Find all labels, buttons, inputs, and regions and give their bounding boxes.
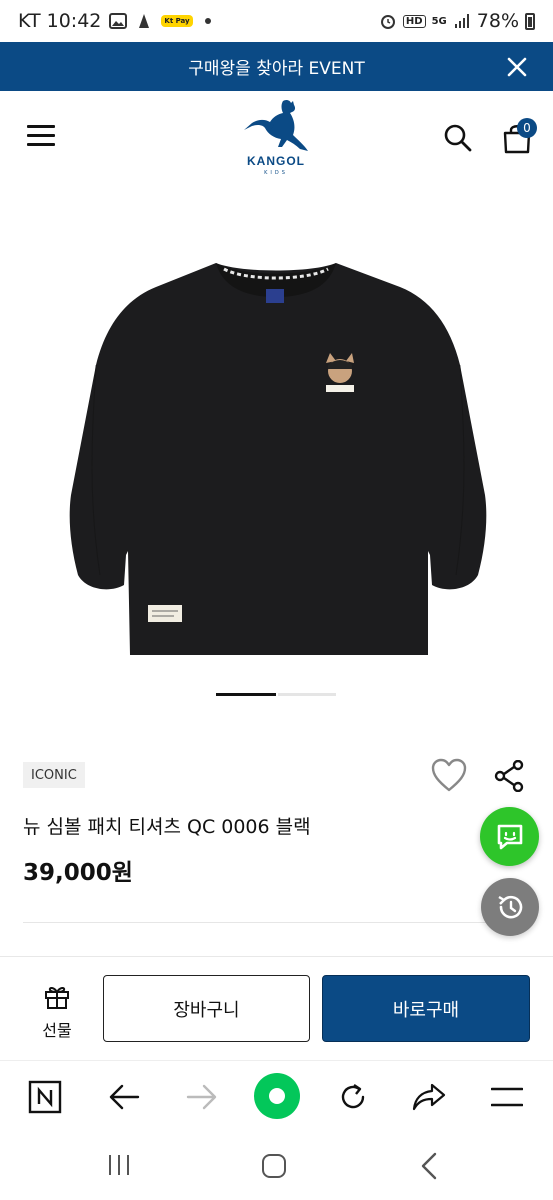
arrow-left-icon	[109, 1084, 140, 1110]
naver-green-dot-button[interactable]	[254, 1073, 300, 1119]
gift-icon	[45, 986, 69, 1009]
network-5g-indicator: 5G	[431, 15, 447, 27]
kpay-icon: Kt Pay	[161, 15, 193, 27]
chat-button[interactable]	[480, 807, 539, 866]
event-banner[interactable]: 구매왕을 찾아라 EVENT	[0, 42, 553, 91]
product-tag: ICONIC	[23, 762, 85, 788]
menu-icon[interactable]	[27, 125, 55, 147]
refresh-button[interactable]	[335, 1079, 371, 1115]
kangaroo-logo-icon	[244, 99, 308, 151]
naver-home-button[interactable]	[27, 1079, 63, 1115]
more-notifications-dot	[204, 18, 211, 24]
back-nav-icon[interactable]	[420, 1152, 438, 1180]
recent-history-button[interactable]	[481, 878, 539, 936]
system-navigation-bar	[0, 1132, 553, 1200]
chat-icon	[497, 824, 522, 849]
gallery-pager[interactable]	[216, 693, 336, 696]
product-image-sweatshirt[interactable]	[60, 255, 493, 660]
kangol-kids-logo[interactable]: KANGOL KIDS	[238, 97, 314, 181]
heart-icon[interactable]	[430, 757, 468, 793]
naver-n-icon	[28, 1080, 62, 1114]
purchase-bar: 선물 장바구니 바로구매	[0, 956, 553, 1060]
browser-toolbar	[0, 1060, 553, 1132]
gift-button[interactable]: 선물	[34, 985, 80, 1041]
arrow-right-icon	[186, 1084, 217, 1110]
hd-indicator: HD	[402, 14, 426, 28]
app-notification-icon	[139, 14, 150, 28]
product-title: 뉴 심볼 패치 티셔츠 QC 0006 블랙	[23, 816, 311, 838]
event-banner-text[interactable]: 구매왕을 찾아라 EVENT	[188, 54, 365, 79]
refresh-icon	[341, 1084, 365, 1109]
browser-menu-button[interactable]	[489, 1079, 525, 1115]
buy-now-button[interactable]: 바로구매	[322, 975, 530, 1042]
share-page-button[interactable]	[411, 1079, 447, 1115]
cart-count-badge[interactable]: 0	[517, 118, 537, 138]
brand-name: KANGOL	[247, 154, 305, 168]
search-icon[interactable]	[443, 123, 473, 153]
pager-indicator-active[interactable]	[216, 693, 276, 696]
divider	[23, 922, 493, 923]
share-arrow-icon	[412, 1083, 446, 1111]
recent-apps-icon[interactable]	[107, 1153, 131, 1177]
home-icon[interactable]	[261, 1153, 287, 1179]
gift-label: 선물	[42, 1021, 72, 1040]
product-price: 39,000원	[23, 860, 133, 886]
site-header: KANGOL KIDS	[0, 91, 553, 191]
battery-percent: 78%	[476, 10, 519, 32]
share-icon[interactable]	[494, 760, 524, 792]
menu-lines-icon	[491, 1087, 523, 1107]
close-icon[interactable]	[505, 55, 529, 79]
pager-indicator[interactable]	[278, 693, 336, 696]
gallery-notification-icon	[109, 13, 128, 29]
battery-icon	[525, 12, 535, 30]
history-icon	[498, 895, 523, 919]
alarm-icon	[380, 15, 395, 29]
carrier-time: KT 10:42	[18, 10, 102, 32]
signal-icon	[454, 14, 469, 28]
status-bar: KT 10:42 Kt Pay HD 5G 78%	[0, 0, 553, 42]
add-to-cart-button[interactable]: 장바구니	[103, 975, 310, 1042]
sub-brand-name: KIDS	[264, 170, 288, 176]
green-dot-icon	[269, 1088, 285, 1104]
forward-button[interactable]	[184, 1079, 220, 1115]
back-button[interactable]	[106, 1079, 142, 1115]
